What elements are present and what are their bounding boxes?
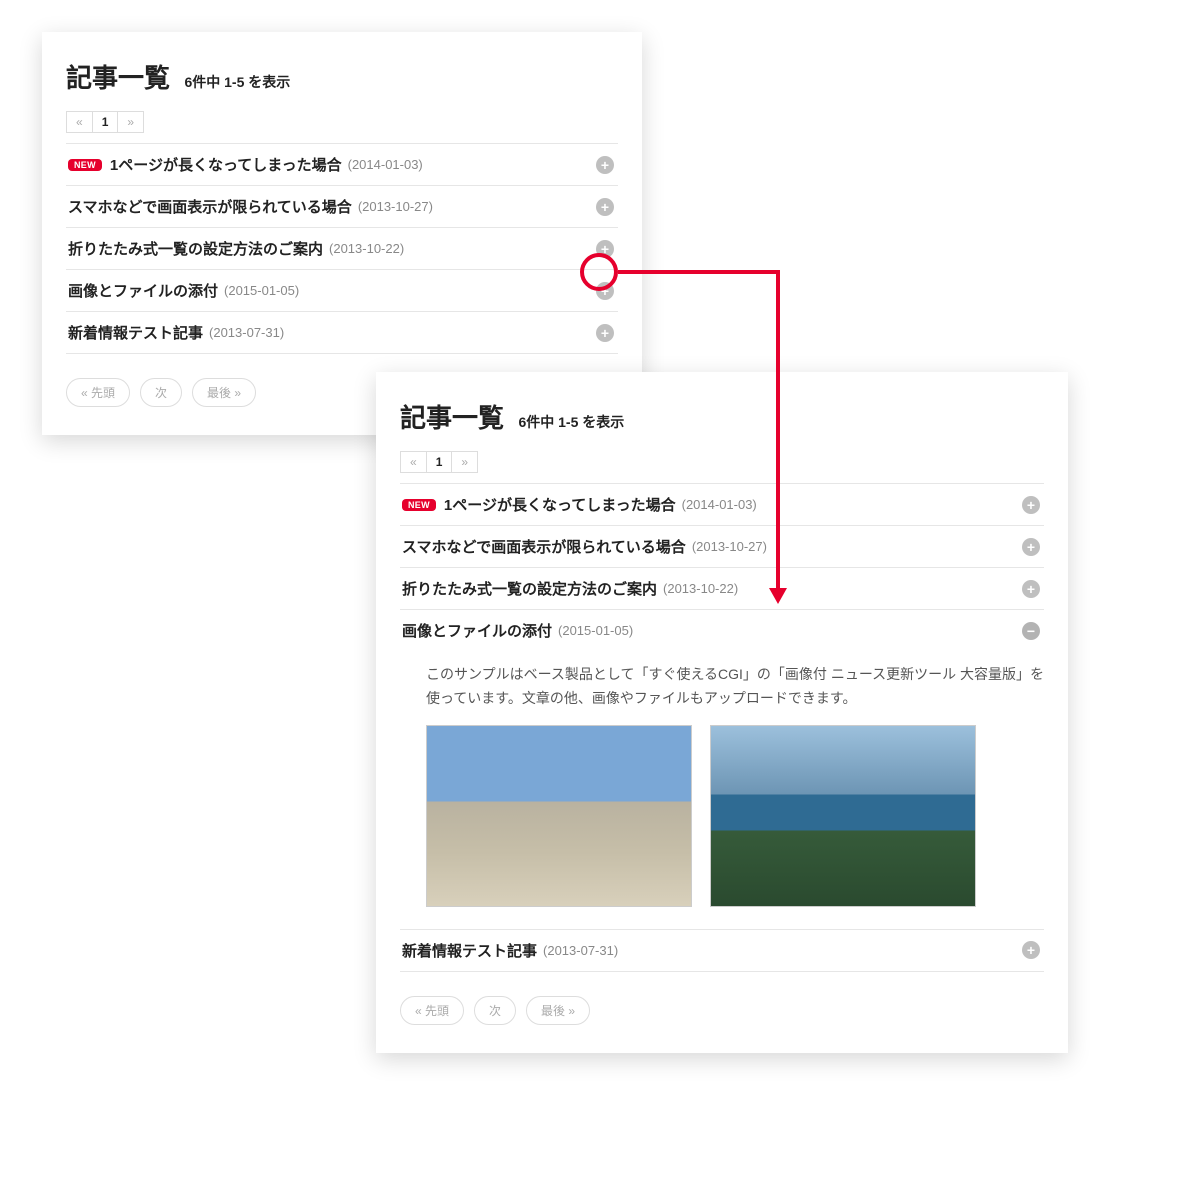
expand-icon[interactable]: + bbox=[596, 198, 614, 216]
annotation-arrow-segment bbox=[776, 270, 780, 590]
item-date: (2013-10-27) bbox=[692, 539, 767, 554]
page-title: 記事一覧 bbox=[400, 403, 504, 433]
paginator-current[interactable]: 1 bbox=[93, 111, 119, 133]
item-date: (2013-07-31) bbox=[543, 943, 618, 958]
item-date: (2013-10-22) bbox=[663, 581, 738, 596]
paginator-prev[interactable]: « bbox=[400, 451, 427, 473]
first-page-button[interactable]: « 先頭 bbox=[66, 378, 130, 407]
expand-icon[interactable]: + bbox=[596, 156, 614, 174]
list-item[interactable]: 折りたたみ式一覧の設定方法のご案内 (2013-10-22) + bbox=[400, 568, 1044, 610]
item-title: 新着情報テスト記事 bbox=[402, 940, 537, 961]
attachment-image-2[interactable] bbox=[710, 725, 976, 907]
panel-header: 記事一覧 6件中 1-5 を表示 bbox=[66, 58, 618, 95]
item-title: 新着情報テスト記事 bbox=[68, 322, 203, 343]
item-date: (2015-01-05) bbox=[558, 623, 633, 638]
list-item[interactable]: 折りたたみ式一覧の設定方法のご案内 (2013-10-22) + bbox=[66, 228, 618, 270]
item-title: 折りたたみ式一覧の設定方法のご案内 bbox=[68, 238, 323, 259]
item-date: (2013-10-27) bbox=[358, 199, 433, 214]
item-title: 1ページが長くなってしまった場合 bbox=[444, 494, 676, 515]
list-item[interactable]: 新着情報テスト記事 (2013-07-31) + bbox=[400, 930, 1044, 972]
item-title: 画像とファイルの添付 bbox=[402, 620, 552, 641]
list-item[interactable]: 新着情報テスト記事 (2013-07-31) + bbox=[66, 312, 618, 354]
collapse-icon[interactable]: − bbox=[1022, 622, 1040, 640]
paginator-top: « 1 » bbox=[400, 451, 478, 473]
item-title: スマホなどで画面表示が限られている場合 bbox=[402, 536, 686, 557]
page-title: 記事一覧 bbox=[66, 63, 170, 93]
last-page-button[interactable]: 最後 » bbox=[192, 378, 256, 407]
article-list: NEW 1ページが長くなってしまった場合 (2014-01-03) + スマホな… bbox=[400, 483, 1044, 972]
new-badge: NEW bbox=[402, 499, 436, 511]
next-page-button[interactable]: 次 bbox=[140, 378, 182, 407]
expanded-content: このサンプルはベース製品として「すぐ使えるCGI」の「画像付 ニュース更新ツール… bbox=[400, 651, 1044, 930]
item-title: 折りたたみ式一覧の設定方法のご案内 bbox=[402, 578, 657, 599]
first-page-button[interactable]: « 先頭 bbox=[400, 996, 464, 1025]
attachment-image-1[interactable] bbox=[426, 725, 692, 907]
list-item[interactable]: NEW 1ページが長くなってしまった場合 (2014-01-03) + bbox=[400, 484, 1044, 526]
paginator-next[interactable]: » bbox=[452, 451, 478, 473]
article-list-panel-expanded: 記事一覧 6件中 1-5 を表示 « 1 » NEW 1ページが長くなってしまっ… bbox=[376, 372, 1068, 1053]
annotation-arrowhead-icon bbox=[769, 588, 787, 604]
expand-icon[interactable]: + bbox=[1022, 941, 1040, 959]
expand-icon[interactable]: + bbox=[1022, 580, 1040, 598]
expand-icon[interactable]: + bbox=[1022, 538, 1040, 556]
item-date: (2013-10-22) bbox=[329, 241, 404, 256]
article-list: NEW 1ページが長くなってしまった場合 (2014-01-03) + スマホな… bbox=[66, 143, 618, 354]
item-title: スマホなどで画面表示が限られている場合 bbox=[68, 196, 352, 217]
expand-icon[interactable]: + bbox=[1022, 496, 1040, 514]
paginator-bottom: « 先頭 次 最後 » bbox=[400, 996, 1044, 1025]
paginator-top: « 1 » bbox=[66, 111, 144, 133]
item-date: (2014-01-03) bbox=[682, 497, 757, 512]
list-item[interactable]: 画像とファイルの添付 (2015-01-05) + bbox=[66, 270, 618, 312]
list-item[interactable]: NEW 1ページが長くなってしまった場合 (2014-01-03) + bbox=[66, 144, 618, 186]
item-date: (2015-01-05) bbox=[224, 283, 299, 298]
paginator-next[interactable]: » bbox=[118, 111, 144, 133]
next-page-button[interactable]: 次 bbox=[474, 996, 516, 1025]
paginator-current[interactable]: 1 bbox=[427, 451, 453, 473]
paginator-prev[interactable]: « bbox=[66, 111, 93, 133]
list-item[interactable]: スマホなどで画面表示が限られている場合 (2013-10-27) + bbox=[66, 186, 618, 228]
page-count-label: 6件中 1-5 を表示 bbox=[518, 414, 624, 430]
item-title: 画像とファイルの添付 bbox=[68, 280, 218, 301]
expand-icon[interactable]: + bbox=[596, 324, 614, 342]
item-date: (2013-07-31) bbox=[209, 325, 284, 340]
annotation-arrow-segment bbox=[618, 270, 780, 274]
item-date: (2014-01-03) bbox=[348, 157, 423, 172]
annotation-circle bbox=[580, 253, 618, 291]
panel-header: 記事一覧 6件中 1-5 を表示 bbox=[400, 398, 1044, 435]
new-badge: NEW bbox=[68, 159, 102, 171]
item-title: 1ページが長くなってしまった場合 bbox=[110, 154, 342, 175]
list-item[interactable]: スマホなどで画面表示が限られている場合 (2013-10-27) + bbox=[400, 526, 1044, 568]
last-page-button[interactable]: 最後 » bbox=[526, 996, 590, 1025]
expanded-body-text: このサンプルはベース製品として「すぐ使えるCGI」の「画像付 ニュース更新ツール… bbox=[426, 663, 1044, 711]
list-item-expanded[interactable]: 画像とファイルの添付 (2015-01-05) − bbox=[400, 610, 1044, 651]
page-count-label: 6件中 1-5 を表示 bbox=[184, 74, 290, 90]
attachment-images bbox=[426, 725, 1044, 907]
